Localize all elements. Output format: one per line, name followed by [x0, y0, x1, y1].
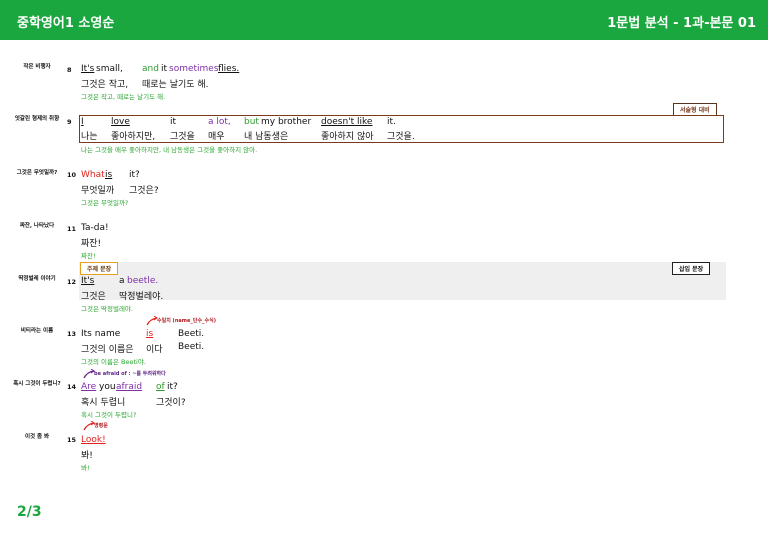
imperative-note: 명령문: [94, 423, 108, 429]
translation: 그것은 무엇일까?: [81, 199, 129, 207]
sentence-number: 8: [67, 66, 72, 74]
chunk: 그것은: [81, 292, 106, 302]
english-line: Ta-da!: [81, 223, 681, 235]
chunk: 좋아하지 않아: [321, 132, 374, 142]
sentence-number: 11: [67, 225, 77, 233]
word: Beeti.: [178, 329, 205, 339]
english-line: Its name is Beeti.: [81, 329, 681, 341]
chunk: 그것이?: [156, 398, 186, 408]
word: it: [161, 64, 168, 74]
word: of: [156, 382, 165, 392]
sentence-number: 9: [67, 118, 72, 126]
sentence-number: 14: [67, 383, 77, 391]
word: It's: [81, 64, 95, 74]
chunk: 짜잔!: [81, 239, 102, 249]
topic-label: 작은 비행자: [23, 64, 51, 70]
topic-sentence-tag: 주제 문장: [80, 262, 119, 275]
header-bar: 중학영어1 소영순 1문법 분석 - 1과-본문 01: [0, 0, 768, 40]
korean-line: 그것은 딱정벌레야.: [81, 289, 681, 302]
topic-label: 비티라는 이름: [20, 328, 54, 334]
korean-line: 혹시 두렵니 그것이?: [81, 395, 681, 408]
chunk: 좋아하지만,: [111, 132, 156, 142]
topic-label: 그것은 무엇일까?: [16, 170, 58, 176]
sentence-number: 10: [67, 171, 77, 179]
korean-line: 짜잔!: [81, 236, 681, 249]
word: and: [142, 64, 159, 74]
chunk: 때로는 날기도 해.: [142, 80, 209, 90]
english-line: What is it?: [81, 170, 681, 182]
word: a: [119, 276, 125, 286]
word: doesn't like: [321, 117, 373, 127]
word: a lot,: [208, 117, 231, 127]
chunk: Beeti.: [178, 342, 205, 352]
korean-line: 나는 좋아하지만, 그것을 매우 내 남동생은 좋아하지 않아 그것을.: [81, 129, 681, 142]
word: love: [111, 117, 130, 127]
translation: 그것은 작고, 때로는 날기도 해.: [81, 93, 166, 101]
word: afraid: [116, 382, 143, 392]
idiom-note: be afraid of : ~를 두려워하다: [94, 371, 166, 377]
chunk: 내 남동생은: [244, 132, 289, 142]
english-line: It's small, and it sometimes flies.: [81, 64, 681, 76]
korean-line: 그것의 이름은 이다 Beeti.: [81, 342, 681, 355]
section-title: 1문법 분석 - 1과-본문 01: [607, 16, 756, 31]
chunk: 매우: [208, 132, 225, 142]
chunk: 딱정벌레야.: [119, 292, 164, 302]
word: I: [81, 117, 84, 127]
korean-line: 그것은 작고, 때로는 날기도 해.: [81, 77, 681, 90]
korean-line: 무엇일까 그것은?: [81, 183, 681, 196]
sentence-number: 12: [67, 278, 77, 286]
chunk: 그것을.: [387, 132, 415, 142]
word: it?: [129, 170, 140, 180]
english-line: I love it a lot, but my brother doesn't …: [81, 117, 681, 129]
word: my brother: [261, 117, 312, 127]
word: What: [81, 170, 105, 180]
agreement-note: 수일치 (name_단수_수식): [157, 318, 217, 324]
word: small,: [96, 64, 123, 74]
word: Look!: [81, 435, 106, 445]
sentence-number: 15: [67, 436, 77, 444]
page-number: 2/3: [17, 504, 42, 520]
translation: 나는 그것을 매우 좋아하지만, 내 남동생은 그것을 좋아하지 않아.: [81, 146, 258, 154]
word: sometimes: [169, 64, 219, 74]
translation: 그것의 이름은 Beeti야.: [81, 358, 146, 366]
word: Its name: [81, 329, 121, 339]
topic-label: 짜잔, 나타났다: [19, 223, 55, 229]
word: is: [105, 170, 113, 180]
translation: 봐!: [81, 464, 90, 472]
chunk: 그것의 이름은: [81, 345, 134, 355]
sentence-number: 13: [67, 330, 77, 338]
translation: 짜잔!: [81, 252, 96, 260]
word: Ta-da!: [81, 223, 109, 233]
word: you: [99, 382, 116, 392]
chunk: 무엇일까: [81, 186, 115, 196]
topic-label: 이것 좀 봐: [24, 434, 50, 440]
inserted-sentence-tag: 삽입 문장: [672, 262, 711, 275]
chunk: 그것은?: [129, 186, 159, 196]
chunk: 이다: [146, 345, 163, 355]
chunk: 그것을: [170, 132, 195, 142]
korean-line: 봐!: [81, 448, 681, 461]
chunk: 그것은 작고,: [81, 80, 129, 90]
topic-label: 혹시 그것이 두렵니?: [13, 381, 61, 387]
topic-label: 딱정벌레 이야기: [18, 276, 56, 282]
word: but: [244, 117, 259, 127]
word: it: [170, 117, 177, 127]
word: flies.: [218, 64, 240, 74]
word: it?: [167, 382, 178, 392]
word: Are: [81, 382, 97, 392]
translation: 그것은 딱정벌레야.: [81, 305, 133, 313]
chunk: 봐!: [81, 451, 93, 461]
translation: 혹시 그것이 두렵니?: [81, 411, 137, 419]
book-title: 중학영어1 소영순: [17, 16, 115, 31]
word: It's: [81, 276, 95, 286]
chunk: 혹시 두렵니: [81, 398, 126, 408]
chunk: 나는: [81, 132, 98, 142]
word: is: [146, 329, 154, 339]
topic-label: 엇갈린 형제의 취향: [14, 116, 60, 122]
english-line: Look!: [81, 435, 681, 447]
english-line: It's a beetle.: [81, 276, 681, 288]
word: it.: [387, 117, 396, 127]
word: beetle.: [127, 276, 159, 286]
english-line: Are you afraid of it?: [81, 382, 681, 394]
